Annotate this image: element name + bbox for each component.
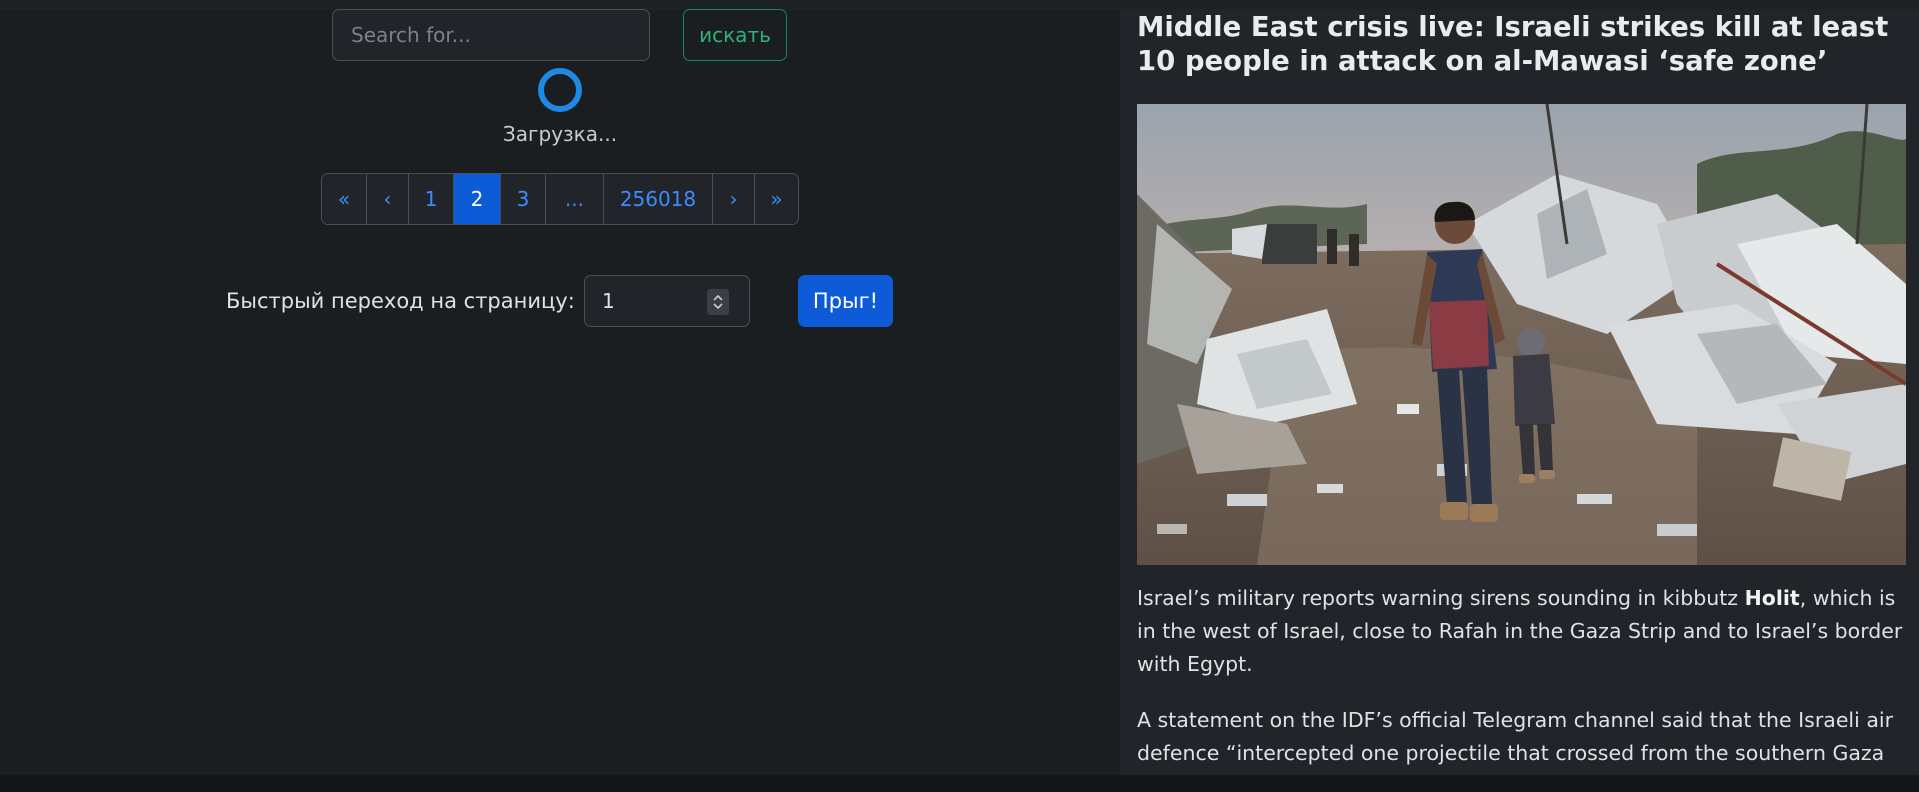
pagination-ellipsis: ... [546,174,604,224]
chevron-up-icon[interactable] [713,294,723,301]
article-photo [1137,104,1906,565]
paragraph-1-text-start: Israel’s military reports warning sirens… [1137,586,1745,610]
pagination-page-last-number[interactable]: 256018 [604,174,713,224]
search-input[interactable] [332,9,650,61]
pagination: « ‹ 1 2 3 ... 256018 › » [321,173,799,225]
pagination-prev[interactable]: ‹ [367,174,409,224]
pagination-page-3[interactable]: 3 [501,174,546,224]
goto-page-input[interactable]: 1 [584,275,750,327]
jump-button[interactable]: Прыг! [798,275,893,327]
quantity-stepper[interactable] [707,289,729,315]
goto-label: Быстрый переход на страницу: [226,289,575,313]
chevron-down-icon[interactable] [713,303,723,310]
pagination-next[interactable]: › [713,174,755,224]
paragraph-1-bold-location: Holit [1744,586,1800,610]
loading-spinner-icon [538,68,582,112]
article-title: Middle East crisis live: Israeli strikes… [1137,11,1889,77]
top-strip [0,0,1919,10]
goto-page-value[interactable]: 1 [602,289,615,313]
pagination-last[interactable]: » [755,174,798,224]
search-button[interactable]: искать [683,9,787,61]
article-panel: Middle East crisis live: Israeli strikes… [1120,10,1919,775]
article-paragraph-2: A statement on the IDF’s official Telegr… [1137,708,1894,765]
pagination-first[interactable]: « [322,174,367,224]
bottom-strip [0,775,1919,792]
pagination-page-2[interactable]: 2 [454,174,501,224]
article-paragraph-1: Israel’s military reports warning sirens… [1137,582,1912,681]
pagination-page-1[interactable]: 1 [409,174,454,224]
loading-text: Загрузка... [502,122,618,146]
